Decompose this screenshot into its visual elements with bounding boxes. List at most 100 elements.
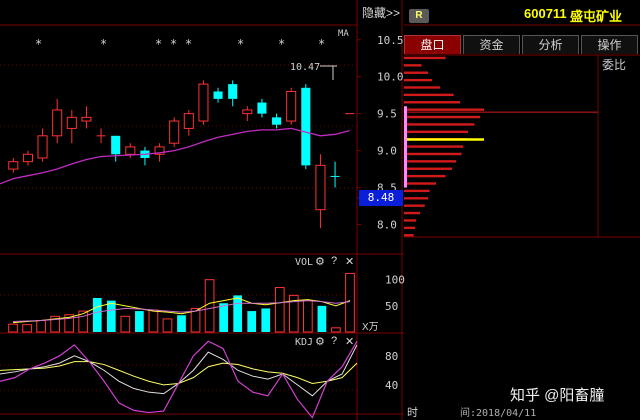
kdj-help-icon[interactable]: ?: [331, 335, 337, 347]
profile-bar: [404, 71, 428, 74]
kdj-close-icon[interactable]: ✕: [345, 335, 354, 348]
profile-bar: [404, 167, 452, 170]
candle-up: [315, 164, 326, 211]
rights-badge: R: [409, 9, 429, 23]
event-star: *: [35, 37, 42, 51]
volume-bar-down: [261, 308, 271, 332]
profile-bar: [404, 108, 484, 111]
profile-bar: [404, 197, 428, 200]
kdj-d-line: [0, 361, 358, 386]
vol-unit-label: X万: [362, 322, 379, 333]
volume-bar-up: [120, 315, 131, 333]
vol-axis-tick: 50: [385, 300, 398, 313]
candle-down: [228, 84, 238, 99]
volume-bar-up: [36, 319, 46, 333]
price-axis-tick: 9.0: [377, 145, 397, 158]
tab-fenxi[interactable]: 分析: [522, 35, 579, 54]
candle-up: [242, 109, 253, 115]
profile-bar: [404, 204, 425, 207]
volume-bar-down: [177, 315, 186, 332]
hide-panel-button[interactable]: 隐藏>>: [362, 4, 400, 21]
volume-bar-up: [162, 318, 173, 333]
profile-bar: [404, 56, 446, 60]
kdj-axis-tick: 40: [385, 379, 398, 392]
stock-name: 盛屯矿业: [570, 9, 623, 24]
volume-bar-down: [135, 311, 144, 332]
profile-bar: [404, 101, 460, 104]
tab-caozuo[interactable]: 操作: [581, 35, 638, 54]
zhihu-watermark: 知乎 @阳畜膧: [510, 387, 605, 404]
candle-down: [301, 87, 311, 166]
event-star: *: [100, 37, 107, 51]
kdj-k-line: [0, 344, 358, 397]
event-star: *: [185, 37, 192, 51]
candle-up: [52, 109, 63, 137]
profile-bar: [404, 211, 420, 215]
candle-up: [198, 83, 209, 122]
current-price-tag: 8.48: [359, 190, 403, 206]
profile-bar: [404, 93, 454, 97]
profile-bar: [404, 115, 480, 119]
candle-up: [66, 116, 77, 129]
kline-chart-canvas: 10.510.09.59.08.58.0* * * * * * * *MA10.4710050…: [0, 0, 640, 420]
volume-bar-up: [8, 323, 18, 333]
time-label: 时: [407, 407, 418, 419]
vol-panel-title: VOL: [295, 257, 314, 268]
volume-bar-down: [92, 298, 102, 332]
profile-bar: [404, 234, 414, 237]
time-value: 间:2018/04/11: [460, 408, 537, 419]
profile-bar: [404, 226, 416, 230]
volume-bar-down: [247, 311, 257, 332]
candle-up: [37, 135, 48, 159]
profile-bar: [404, 130, 468, 134]
event-star: *: [155, 37, 162, 51]
profile-bar: [404, 123, 475, 126]
volume-bar-down: [317, 305, 327, 332]
profile-bar: [404, 182, 436, 185]
price-axis-tick: 9.5: [377, 108, 397, 121]
profile-bar: [404, 219, 416, 222]
candle-up: [22, 153, 33, 163]
kdj-axis-tick: 80: [385, 350, 398, 363]
kdj-settings-icon[interactable]: ⚙: [315, 335, 325, 348]
event-star: *: [318, 37, 325, 51]
candle-down: [272, 117, 282, 125]
profile-bar: [404, 64, 422, 67]
candle-down: [213, 91, 223, 99]
candle-up: [183, 113, 194, 129]
side-panel-tabs: 盘口 资金 分析 操作: [404, 35, 640, 54]
weibi-label: 委比: [602, 58, 627, 72]
vol-help-icon[interactable]: ?: [331, 255, 337, 267]
ma-label: MA: [338, 29, 349, 39]
vol-close-icon[interactable]: ✕: [345, 255, 354, 268]
event-star: *: [237, 37, 244, 51]
profile-bar: [404, 189, 430, 193]
volume-bar-up: [274, 287, 285, 333]
candle-up: [286, 90, 297, 122]
volume-bar-up: [331, 327, 341, 333]
candle-up: [125, 146, 136, 155]
candle-up: [8, 161, 19, 170]
price-axis-tick: 8.0: [377, 218, 397, 231]
volume-bar-down: [219, 303, 228, 332]
stock-code: 600711: [524, 6, 567, 21]
volume-bar-up: [204, 279, 215, 333]
profile-bar: [404, 145, 464, 148]
volume-bar-up: [303, 300, 313, 333]
event-star: *: [278, 37, 285, 51]
high-price-marker: 10.47: [290, 62, 320, 73]
tab-pankou[interactable]: 盘口: [404, 35, 461, 54]
volume-bar-up: [22, 324, 32, 333]
tab-zijin[interactable]: 资金: [463, 35, 520, 54]
candle-up: [81, 116, 92, 122]
profile-bar: [404, 86, 440, 89]
vol-axis-tick: 100: [385, 274, 405, 287]
price-axis-tick: 10.0: [377, 71, 404, 84]
profile-bar: [404, 174, 446, 178]
event-star: *: [170, 37, 177, 51]
vol-settings-icon[interactable]: ⚙: [315, 255, 325, 268]
volume-bar-up: [345, 272, 355, 333]
profile-bar: [404, 160, 456, 163]
candle-up: [169, 120, 180, 144]
volume-bar-down: [233, 295, 243, 332]
